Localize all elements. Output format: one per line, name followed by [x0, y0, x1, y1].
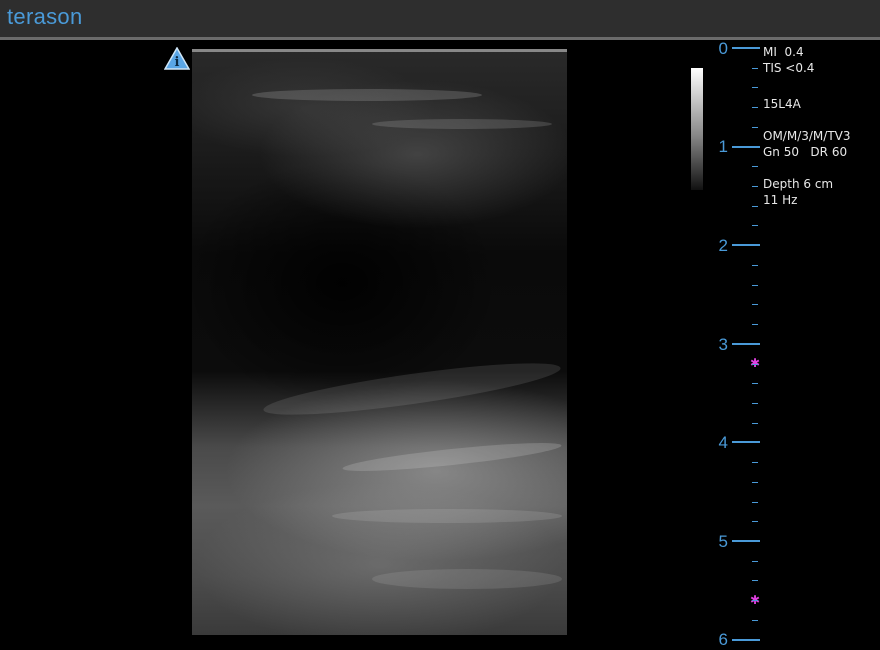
- gain-dynamic-range: Gn 50 DR 60: [763, 145, 848, 159]
- tissue-band: [372, 569, 562, 589]
- major-tick: [732, 244, 760, 247]
- minor-tick: [752, 422, 758, 424]
- depth-label-2: 2: [718, 236, 728, 255]
- minor-tick: [752, 501, 758, 503]
- major-tick: [732, 540, 760, 542]
- depth-label-3: 3: [718, 335, 728, 354]
- tissue-band: [261, 353, 563, 425]
- tis-value: TIS <0.4: [763, 61, 815, 75]
- minor-tick: [752, 481, 758, 483]
- minor-tick: [752, 205, 758, 207]
- info-icon[interactable]: i: [164, 47, 190, 71]
- minor-tick: [752, 363, 758, 365]
- minor-tick: [752, 225, 758, 227]
- major-tick: [732, 638, 760, 641]
- title-bar: terason: [0, 0, 880, 40]
- depth-value: Depth 6 cm: [763, 177, 834, 191]
- svg-text:i: i: [175, 55, 180, 70]
- major-tick: [732, 441, 760, 444]
- depth-label-4: 4: [718, 433, 728, 452]
- minor-tick: [752, 383, 758, 385]
- minor-tick: [752, 402, 758, 404]
- tissue-band: [341, 437, 563, 477]
- major-tick: [732, 47, 760, 49]
- skin-line: [192, 49, 567, 52]
- minor-tick: [752, 67, 758, 69]
- minor-tick: [752, 619, 758, 621]
- tissue-band: [332, 509, 562, 523]
- minor-tick: [752, 166, 758, 168]
- minor-tick: [752, 560, 758, 562]
- minor-tick: [752, 186, 758, 188]
- depth-ruler: 0 1 2 3 4 5 6 ✱ ✱: [700, 39, 770, 649]
- depth-label-5: 5: [718, 532, 728, 551]
- major-tick: [732, 342, 760, 345]
- terason-logo: terason: [7, 4, 83, 29]
- minor-tick: [752, 521, 758, 523]
- depth-label-0: 0: [718, 39, 728, 58]
- minor-tick: [752, 284, 758, 286]
- minor-tick: [752, 107, 758, 109]
- minor-tick: [752, 600, 758, 602]
- depth-label-1: 1: [718, 137, 728, 156]
- depth-label-6: 6: [718, 630, 728, 649]
- minor-tick: [752, 264, 758, 266]
- minor-tick: [752, 126, 758, 128]
- imaging-mode: OM/M/3/M/TV3: [763, 129, 851, 143]
- minor-tick: [752, 462, 758, 464]
- major-tick: [732, 145, 760, 148]
- minor-tick: [752, 304, 758, 306]
- tissue-band: [252, 89, 482, 101]
- ultrasound-image: [192, 49, 567, 635]
- minor-tick: [752, 580, 758, 582]
- minor-tick: [752, 324, 758, 326]
- tissue-band: [372, 119, 552, 129]
- minor-tick: [752, 87, 758, 89]
